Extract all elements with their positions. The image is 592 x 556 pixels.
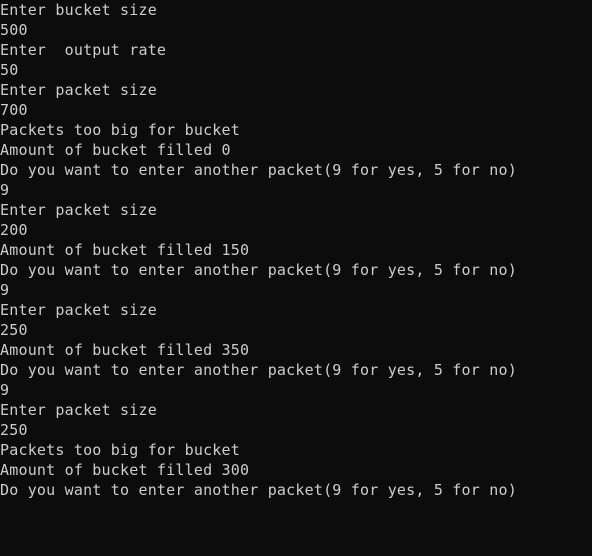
console-line: Do you want to enter another packet(9 fo… [0,261,517,279]
console-line: 9 [0,181,10,199]
console-line: Enter output rate [0,41,167,59]
console-line: Packets too big for bucket [0,441,240,459]
console-line: Enter packet size [0,201,157,219]
console-line: Do you want to enter another packet(9 fo… [0,361,517,379]
console-line: Do you want to enter another packet(9 fo… [0,481,517,499]
console-line: 250 [0,321,28,339]
console-line: Enter bucket size [0,1,157,19]
console-line: 700 [0,101,28,119]
console-line: Amount of bucket filled 0 [0,141,231,159]
console-line: Do you want to enter another packet(9 fo… [0,161,517,179]
console-line: 50 [0,61,19,79]
console-line: Amount of bucket filled 300 [0,461,250,479]
console-line: Enter packet size [0,301,157,319]
console-output[interactable]: Enter bucket size 500 Enter output rate … [0,0,592,556]
console-line: 9 [0,381,10,399]
console-line: Amount of bucket filled 350 [0,341,250,359]
console-line: 500 [0,21,28,39]
console-line: Amount of bucket filled 150 [0,241,250,259]
console-line: Packets too big for bucket [0,121,240,139]
console-line: 250 [0,421,28,439]
console-line: 9 [0,281,10,299]
console-line: 200 [0,221,28,239]
console-line: Enter packet size [0,81,157,99]
console-line: Enter packet size [0,401,157,419]
